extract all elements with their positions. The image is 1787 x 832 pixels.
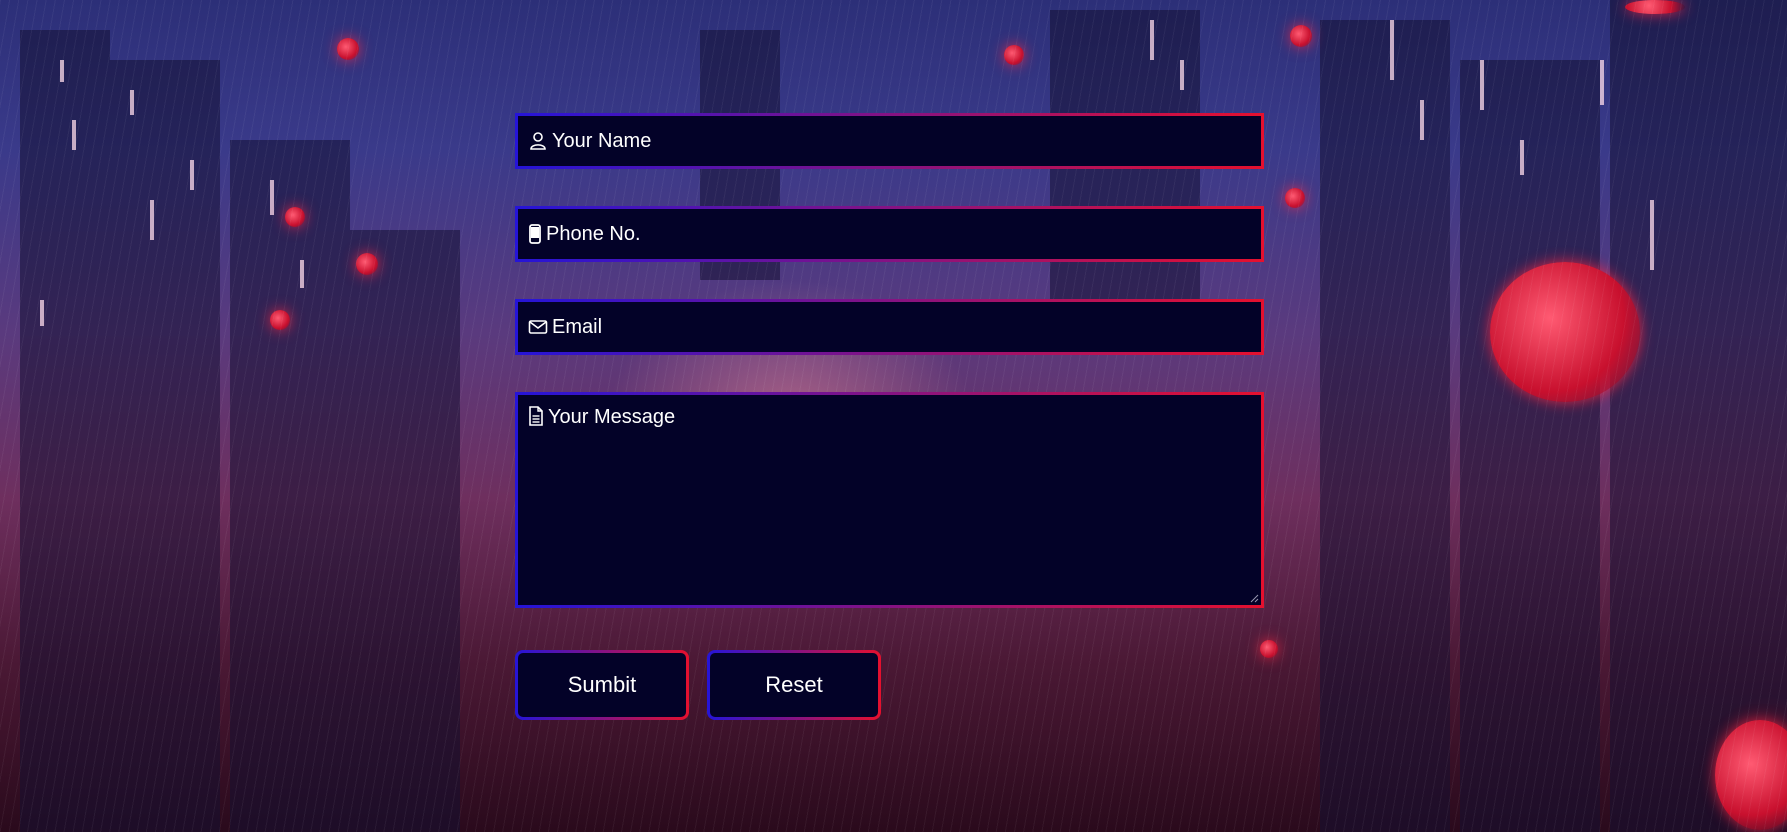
message-textarea-placeholder: Your Message (548, 406, 676, 428)
submit-button[interactable]: Sumbit (515, 650, 689, 720)
email-field[interactable]: Email (515, 299, 1264, 355)
email-field-placeholder: Email (552, 315, 603, 338)
document-icon (528, 406, 544, 426)
user-icon (528, 131, 548, 151)
name-field-placeholder: Your Name (552, 129, 652, 152)
reset-button[interactable]: Reset (707, 650, 881, 720)
phone-field[interactable]: Phone No. (515, 206, 1264, 262)
mobile-phone-icon (528, 224, 542, 244)
message-textarea[interactable]: Your Message (515, 392, 1264, 608)
form-buttons: Sumbit Reset (515, 650, 1264, 720)
name-field[interactable]: Your Name (515, 113, 1264, 169)
contact-form: Your Name Phone No. Email Your Message S… (515, 113, 1264, 720)
phone-field-placeholder: Phone No. (546, 222, 641, 245)
resize-grip-icon[interactable] (1249, 593, 1259, 603)
envelope-icon (528, 317, 548, 337)
